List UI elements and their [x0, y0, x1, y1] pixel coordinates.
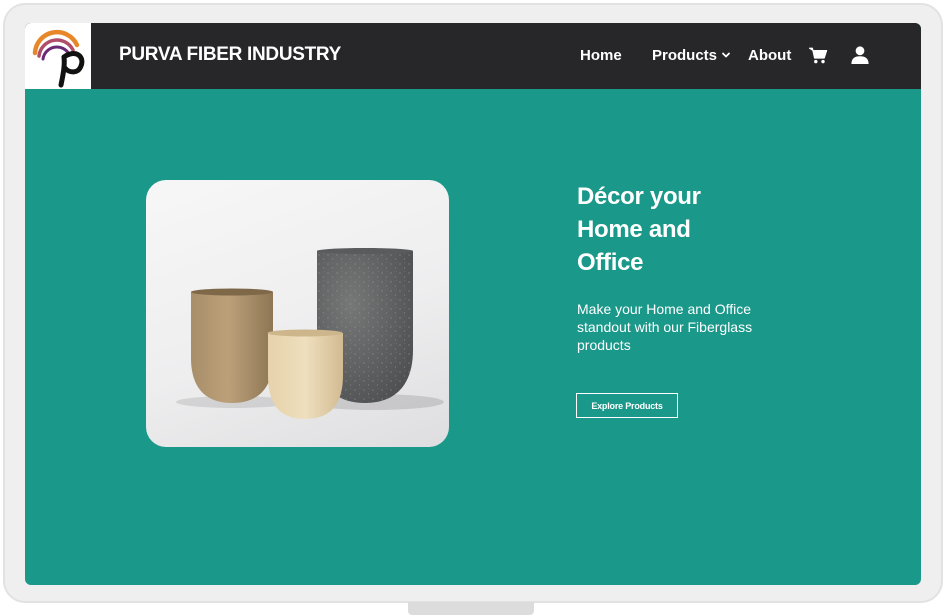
hero-subtitle: Make your Home and Office standout with … — [577, 301, 753, 353]
explore-products-button[interactable]: Explore Products — [576, 393, 678, 418]
nav-about[interactable]: About — [748, 47, 791, 64]
user-icon[interactable] — [851, 46, 869, 64]
planters-image — [146, 180, 449, 447]
brand-name: PURVA FIBER INDUSTRY — [119, 44, 342, 65]
logo[interactable] — [25, 23, 91, 89]
hero-title: Décor your Home and Office — [577, 183, 701, 276]
nav-products[interactable]: Products — [652, 47, 717, 64]
navbar: PURVA FIBER INDUSTRY Home Products About — [25, 23, 921, 89]
screen: PURVA FIBER INDUSTRY Home Products About — [25, 23, 921, 585]
cart-icon[interactable] — [809, 47, 828, 64]
purva-p-logo-icon — [32, 29, 85, 88]
device-stand — [408, 602, 534, 615]
chevron-down-icon[interactable] — [721, 50, 731, 60]
nav-home[interactable]: Home — [580, 47, 622, 64]
